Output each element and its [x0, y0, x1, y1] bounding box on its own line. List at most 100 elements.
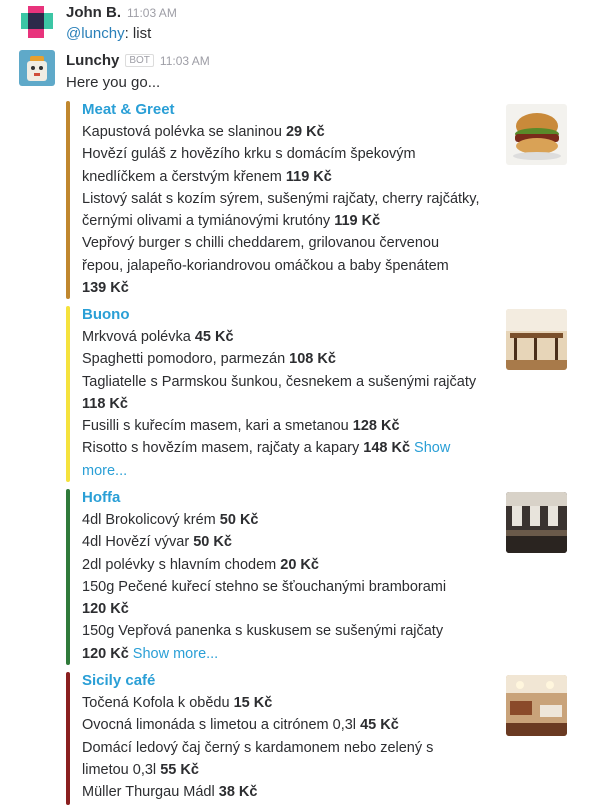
restaurant-card-buono: Buono Mrkvová polévka 45 Kč Spaghetti po…	[66, 306, 570, 482]
restaurant-thumbnail[interactable]	[506, 675, 567, 736]
show-more-link[interactable]: Show	[410, 440, 450, 456]
sender-name[interactable]: John B. 11:03 AM	[66, 4, 177, 21]
restaurant-thumbnail[interactable]	[506, 309, 567, 370]
message-text: @lunchy: list	[66, 25, 151, 42]
attachment-color-bar	[66, 672, 70, 805]
menu-item-price: 128 Kč	[352, 418, 400, 435]
menu-item-price: 108 Kč	[289, 351, 336, 368]
menu-item-text: 150g Vepřová panenka s kuskusem se sušen…	[82, 623, 444, 640]
restaurant-title[interactable]: Sicily café	[82, 672, 155, 689]
menu-item-text: 2dl polévky s hlavním chodem	[82, 556, 281, 573]
menu-item: černými olivami a tymiánovými krutóny 11…	[82, 210, 490, 232]
timestamp[interactable]: 11:03 AM	[160, 54, 210, 68]
show-more-link[interactable]: Show more...	[129, 646, 218, 662]
menu-item-price: 38 Kč	[218, 784, 258, 801]
menu-item-text: Vepřový burger s chilli cheddarem, grilo…	[82, 235, 440, 252]
restaurant-card-sicily-cafe: Sicily café Točená Kofola k obědu 15 Kč …	[66, 672, 570, 805]
menu-item-price: 120 Kč	[82, 601, 129, 618]
attachment-color-bar	[66, 489, 70, 665]
menu-item-text: 150g Pečené kuřecí stehno se šťouchanými…	[82, 578, 447, 595]
menu-item-price: 139 Kč	[82, 280, 129, 297]
menu-item-price: 50 Kč	[193, 534, 232, 551]
menu-item: 139 Kč	[82, 277, 490, 299]
restaurant-title[interactable]: Buono	[82, 306, 129, 323]
menu-item: Domácí ledový čaj černý s kardamonem neb…	[82, 737, 490, 759]
sender-name-text[interactable]: John B.	[66, 4, 121, 21]
menu-item-price: 55 Kč	[160, 761, 199, 778]
menu-item: 150g Vepřová panenka s kuskusem se sušen…	[82, 620, 490, 642]
menu-item-text: Listový salát s kozím sýrem, sušenými ra…	[82, 190, 480, 207]
menu-item-text: Fusilli s kuřecím masem, kari a smetanou	[82, 418, 353, 435]
menu-item: Mrkvová polévka 45 Kč	[82, 326, 490, 348]
menu-item-price: 29 Kč	[285, 124, 325, 140]
menu-item-price: 119 Kč	[334, 213, 381, 230]
menu-item: Kapustová polévka se slaninou 29 Kč	[82, 121, 490, 143]
bot-avatar[interactable]	[19, 50, 55, 86]
menu-item: limetou 0,3l 55 Kč	[82, 759, 490, 781]
menu-item-price: 119 Kč	[285, 168, 332, 185]
bot-name-text[interactable]: Lunchy	[66, 52, 119, 69]
attachment-color-bar	[66, 101, 70, 299]
bot-badge: BOT	[125, 54, 154, 67]
menu-item: 118 Kč	[82, 393, 490, 415]
menu-item-text: Ovocná limonáda s limetou a citrónem 0,3…	[82, 717, 361, 734]
menu-list: 4dl Brokolicový krém 50 Kč 4dl Hovězí vý…	[82, 509, 490, 665]
avatar[interactable]	[19, 4, 55, 40]
restaurant-card-meat-greet: Meat & Greet Kapustová polévka se slanin…	[66, 101, 570, 299]
menu-item-price: 15 Kč	[233, 695, 273, 711]
menu-item: 2dl polévky s hlavním chodem 20 Kč	[82, 554, 490, 576]
restaurant-thumbnail[interactable]	[506, 492, 567, 553]
menu-item: knedlíčkem a čerstvým křenem 119 Kč	[82, 166, 490, 188]
restaurant-title[interactable]: Meat & Greet	[82, 101, 175, 118]
menu-item-text: řepou, jalapeño-koriandrovou omáčkou a b…	[82, 257, 449, 274]
menu-item: Listový salát s kozím sýrem, sušenými ra…	[82, 188, 490, 210]
menu-item: more...	[82, 460, 490, 482]
menu-item: Spaghetti pomodoro, parmezán 108 Kč	[82, 348, 490, 370]
menu-item-price: 148 Kč	[363, 440, 411, 457]
menu-item-text: Domácí ledový čaj černý s kardamonem neb…	[82, 739, 434, 756]
menu-item-text: Risotto s hovězím masem, rajčaty a kapar…	[82, 440, 364, 457]
menu-item-text: limetou 0,3l	[82, 761, 161, 778]
restaurant-thumbnail[interactable]	[506, 104, 567, 165]
menu-item: 150g Pečené kuřecí stehno se šťouchanými…	[82, 576, 490, 598]
menu-item: 4dl Hovězí vývar 50 Kč	[82, 531, 490, 553]
show-more-link[interactable]: more...	[82, 463, 127, 479]
restaurant-title[interactable]: Hoffa	[82, 489, 120, 506]
menu-item-price: 50 Kč	[219, 512, 259, 528]
menu-item: Risotto s hovězím masem, rajčaty a kapar…	[82, 437, 490, 459]
mention-link[interactable]: @lunchy	[66, 25, 125, 42]
menu-item-text: Točená Kofola k obědu	[82, 695, 234, 711]
menu-item: Vepřový burger s chilli cheddarem, grilo…	[82, 232, 490, 254]
menu-list: Točená Kofola k obědu 15 Kč Ovocná limon…	[82, 692, 490, 803]
menu-item-text: Spaghetti pomodoro, parmezán	[82, 351, 290, 368]
menu-item: 120 Kč Show more...	[82, 643, 490, 665]
menu-item-price: 45 Kč	[360, 717, 399, 734]
menu-item: Fusilli s kuřecím masem, kari a smetanou…	[82, 415, 490, 437]
bot-sender-name[interactable]: Lunchy BOT 11:03 AM	[66, 52, 210, 69]
menu-item-text: Müller Thurgau Mádl	[82, 784, 219, 801]
menu-item-price: 120 Kč	[82, 645, 129, 662]
menu-list: Kapustová polévka se slaninou 29 Kč Hově…	[82, 121, 490, 299]
menu-item-price: 45 Kč	[194, 329, 234, 345]
menu-item: Hovězí guláš z hovězího krku s domácím š…	[82, 143, 490, 165]
timestamp[interactable]: 11:03 AM	[127, 6, 177, 20]
menu-item: Točená Kofola k obědu 15 Kč	[82, 692, 490, 714]
menu-item: Tagliatelle s Parmskou šunkou, česnekem …	[82, 371, 490, 393]
restaurant-card-hoffa: Hoffa 4dl Brokolicový krém 50 Kč 4dl Hov…	[66, 489, 570, 665]
menu-item-text: 4dl Hovězí vývar	[82, 534, 194, 551]
menu-item-text: Hovězí guláš z hovězího krku s domácím š…	[82, 146, 416, 163]
menu-item-text: černými olivami a tymiánovými krutóny	[82, 213, 335, 230]
menu-item-text: knedlíčkem a čerstvým křenem	[82, 168, 286, 185]
menu-item-text: Tagliatelle s Parmskou šunkou, česnekem …	[82, 373, 477, 390]
menu-item: řepou, jalapeño-koriandrovou omáčkou a b…	[82, 255, 490, 277]
attachment-color-bar	[66, 306, 70, 482]
menu-item-text: Kapustová polévka se slaninou	[82, 124, 286, 140]
menu-item: 4dl Brokolicový krém 50 Kč	[82, 509, 490, 531]
menu-item: Ovocná limonáda s limetou a citrónem 0,3…	[82, 714, 490, 736]
message-body: : list	[124, 25, 152, 42]
menu-item: 120 Kč	[82, 598, 490, 620]
menu-list: Mrkvová polévka 45 Kč Spaghetti pomodoro…	[82, 326, 490, 482]
message-text: Here you go...	[66, 74, 161, 91]
menu-item-price: 118 Kč	[82, 395, 128, 412]
menu-item: Müller Thurgau Mádl 38 Kč	[82, 781, 490, 803]
